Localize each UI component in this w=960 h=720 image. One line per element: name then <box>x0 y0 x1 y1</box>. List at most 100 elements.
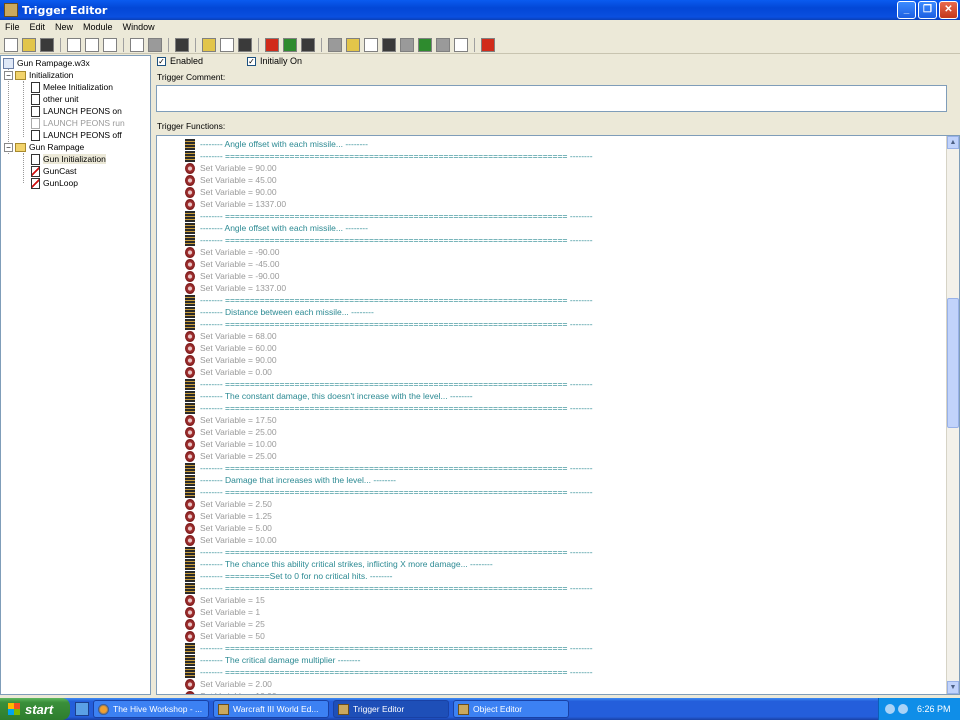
new-action-icon[interactable] <box>301 37 315 52</box>
set-variable-action[interactable]: Set Variable = 0.00 <box>185 366 272 378</box>
volume-icon[interactable] <box>898 704 908 714</box>
test-map-icon[interactable] <box>481 37 495 52</box>
paste-icon[interactable] <box>103 37 117 52</box>
enabled-checkbox[interactable]: ✓ Enabled <box>157 56 203 67</box>
set-variable-action[interactable]: Set Variable = 2.50 <box>185 498 272 510</box>
tree-category-gun-rampage[interactable]: − Gun Rampage <box>4 141 84 153</box>
trigger-tree-panel[interactable]: Gun Rampage.w3x − Initialization Melee I… <box>0 55 151 695</box>
taskbar-item-hive-workshop[interactable]: The Hive Workshop - ... <box>93 700 209 718</box>
set-variable-action[interactable]: Set Variable = -90.00 <box>185 270 279 282</box>
new-comment-icon[interactable] <box>238 37 252 52</box>
comment-action[interactable]: -------- The chance this ability critica… <box>185 558 493 570</box>
set-variable-action[interactable]: Set Variable = 10.00 <box>185 438 277 450</box>
set-variable-action[interactable]: Set Variable = 17.50 <box>185 414 277 426</box>
set-variable-action[interactable]: Set Variable = 90.00 <box>185 354 277 366</box>
comment-action[interactable]: -------- =========Set to 0 for no critic… <box>185 570 392 582</box>
set-variable-action[interactable]: Set Variable = 1 <box>185 606 260 618</box>
set-variable-action[interactable]: Set Variable = 25 <box>185 618 265 630</box>
comment-action[interactable]: -------- The constant damage, this doesn… <box>185 390 473 402</box>
comment-action[interactable]: -------- ===============================… <box>185 666 593 678</box>
tree-trigger-gun-initialization[interactable]: Gun Initialization <box>31 153 106 165</box>
menu-edit[interactable]: Edit <box>25 22 51 32</box>
set-variable-action[interactable]: Set Variable = 1337.00 <box>185 198 286 210</box>
trigger-functions-list[interactable]: -------- Angle offset with each missile.… <box>156 135 960 695</box>
tree-trigger-launch-peons-on[interactable]: LAUNCH PEONS on <box>31 105 122 117</box>
delete-icon[interactable] <box>175 37 189 52</box>
tree-trigger-launch-peons-off[interactable]: LAUNCH PEONS off <box>31 129 122 141</box>
tree-trigger-launch-peons-run[interactable]: LAUNCH PEONS run <box>31 117 125 129</box>
set-variable-action[interactable]: Set Variable = 25.00 <box>185 450 277 462</box>
cut-icon[interactable] <box>67 37 81 52</box>
terrain-editor-icon[interactable] <box>328 37 342 52</box>
new-category-icon[interactable] <box>202 37 216 52</box>
menu-window[interactable]: Window <box>118 22 160 32</box>
comment-action[interactable]: -------- ===============================… <box>185 318 593 330</box>
menu-module[interactable]: Module <box>78 22 118 32</box>
comment-action[interactable]: -------- The critical damage multiplier … <box>185 654 360 666</box>
trigger-comment-input[interactable] <box>156 85 947 112</box>
tree-trigger-melee-initialization[interactable]: Melee Initialization <box>31 81 113 93</box>
comment-action[interactable]: -------- ===============================… <box>185 294 593 306</box>
set-variable-action[interactable]: Set Variable = -90.00 <box>185 246 279 258</box>
close-button[interactable]: ✕ <box>939 1 958 19</box>
comment-action[interactable]: -------- ===============================… <box>185 234 593 246</box>
start-button[interactable]: start <box>0 698 70 720</box>
open-folder-icon[interactable] <box>22 37 36 52</box>
set-variable-action[interactable]: Set Variable = 68.00 <box>185 330 277 342</box>
comment-action[interactable]: -------- ===============================… <box>185 150 593 162</box>
set-variable-action[interactable]: Set Variable = 1.25 <box>185 510 272 522</box>
tree-map-root[interactable]: Gun Rampage.w3x <box>3 57 90 69</box>
copy-icon[interactable] <box>85 37 99 52</box>
tree-category-initialization[interactable]: − Initialization <box>4 69 73 81</box>
taskbar-item-trigger-editor[interactable]: Trigger Editor <box>333 700 449 718</box>
minimize-button[interactable]: _ <box>897 1 916 19</box>
comment-action[interactable]: -------- ===============================… <box>185 642 593 654</box>
comment-action[interactable]: -------- ===============================… <box>185 210 593 222</box>
comment-action[interactable]: -------- ===============================… <box>185 378 593 390</box>
comment-action[interactable]: -------- ===============================… <box>185 402 593 414</box>
comment-action[interactable]: -------- Angle offset with each missile.… <box>185 222 368 234</box>
object-manager-icon[interactable] <box>436 37 450 52</box>
set-variable-action[interactable]: Set Variable = 2.00 <box>185 678 272 690</box>
set-variable-action[interactable]: Set Variable = 15 <box>185 594 265 606</box>
new-trigger-icon[interactable] <box>220 37 234 52</box>
set-variable-action[interactable]: Set Variable = 45.00 <box>185 174 277 186</box>
sound-editor-icon[interactable] <box>364 37 378 52</box>
set-variable-action[interactable]: Set Variable = 10.00 <box>185 690 277 694</box>
set-variable-action[interactable]: Set Variable = 90.00 <box>185 186 277 198</box>
new-condition-icon[interactable] <box>283 37 297 52</box>
set-variable-action[interactable]: Set Variable = 1337.00 <box>185 282 286 294</box>
menu-file[interactable]: File <box>0 22 25 32</box>
ai-editor-icon[interactable] <box>418 37 432 52</box>
taskbar-item-world-editor[interactable]: Warcraft III World Ed... <box>213 700 329 718</box>
comment-action[interactable]: -------- ===============================… <box>185 582 593 594</box>
redo-icon[interactable] <box>148 37 162 52</box>
trigger-editor-icon[interactable] <box>346 37 360 52</box>
set-variable-action[interactable]: Set Variable = 25.00 <box>185 426 277 438</box>
campaign-editor-icon[interactable] <box>400 37 414 52</box>
scrollbar-thumb[interactable] <box>947 298 959 428</box>
comment-action[interactable]: -------- Damage that increases with the … <box>185 474 396 486</box>
taskbar-item-object-editor[interactable]: Object Editor <box>453 700 569 718</box>
collapse-toggle[interactable]: − <box>4 70 13 80</box>
set-variable-action[interactable]: Set Variable = 50 <box>185 630 265 642</box>
set-variable-action[interactable]: Set Variable = -45.00 <box>185 258 279 270</box>
scroll-down-icon[interactable]: ▼ <box>947 681 959 694</box>
scroll-up-icon[interactable]: ▲ <box>947 136 959 149</box>
comment-action[interactable]: -------- ===============================… <box>185 546 593 558</box>
initially-on-checkbox[interactable]: ✓ Initially On <box>247 56 302 67</box>
set-variable-action[interactable]: Set Variable = 10.00 <box>185 534 277 546</box>
comment-action[interactable]: -------- ===============================… <box>185 462 593 474</box>
comment-action[interactable]: -------- Angle offset with each missile.… <box>185 138 368 150</box>
comment-action[interactable]: -------- ===============================… <box>185 486 593 498</box>
new-file-icon[interactable] <box>4 37 18 52</box>
set-variable-action[interactable]: Set Variable = 5.00 <box>185 522 272 534</box>
save-icon[interactable] <box>40 37 54 52</box>
comment-action[interactable]: -------- Distance between each missile..… <box>185 306 374 318</box>
set-variable-action[interactable]: Set Variable = 60.00 <box>185 342 277 354</box>
quick-launch-icon[interactable] <box>75 702 89 716</box>
collapse-toggle[interactable]: − <box>4 142 13 152</box>
restore-button[interactable]: ❐ <box>918 1 937 19</box>
object-editor-icon[interactable] <box>382 37 396 52</box>
tree-trigger-guncast[interactable]: GunCast <box>31 165 77 177</box>
